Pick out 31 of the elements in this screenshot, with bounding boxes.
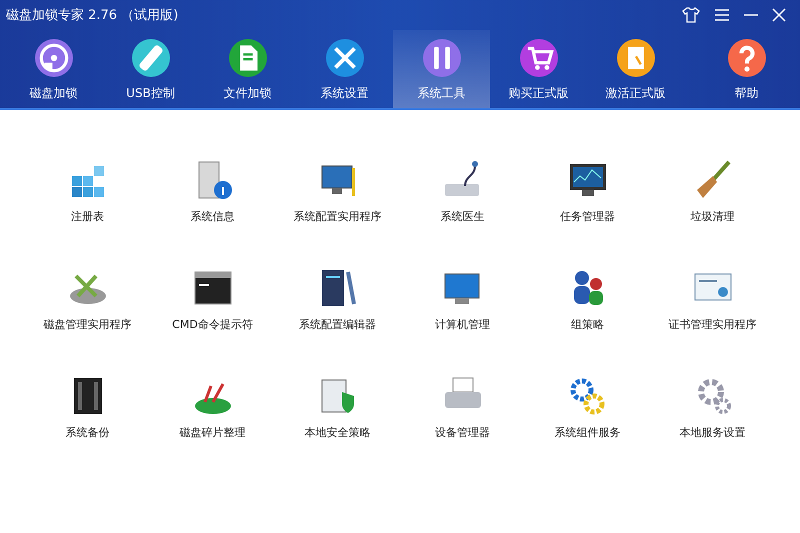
tool-item[interactable]: 计算机管理 xyxy=(400,258,525,366)
nav-tab[interactable]: 帮助 xyxy=(698,30,795,108)
tool-item[interactable]: 系统医生 xyxy=(400,150,525,258)
nav-tab[interactable]: 系统工具 xyxy=(393,30,490,108)
tool-item[interactable]: 磁盘碎片整理 xyxy=(150,366,275,474)
nav-tab[interactable]: 系统设置 xyxy=(296,30,393,108)
minimize-icon[interactable] xyxy=(744,13,758,17)
tool-item[interactable]: 任务管理器 xyxy=(525,150,650,258)
tool-item[interactable]: 垃圾清理 xyxy=(650,150,775,258)
tool-item[interactable]: 系统组件服务 xyxy=(525,366,650,474)
nav-tab[interactable]: 磁盘加锁 xyxy=(5,30,102,108)
close-icon[interactable] xyxy=(772,8,786,22)
nav-tab[interactable]: USB控制 xyxy=(102,30,199,108)
tool-item[interactable]: CMD命令提示符 xyxy=(150,258,275,366)
nav-tab[interactable]: 购买正式版 xyxy=(490,30,587,108)
tool-item[interactable]: 注册表 xyxy=(25,150,150,258)
nav-tab[interactable]: 激活正式版 xyxy=(587,30,684,108)
tool-item[interactable]: 证书管理实用程序 xyxy=(650,258,775,366)
nav-tab[interactable]: 文件加锁 xyxy=(199,30,296,108)
tool-item[interactable]: 磁盘管理实用程序 xyxy=(25,258,150,366)
tool-item[interactable]: 组策略 xyxy=(525,258,650,366)
shirt-icon[interactable] xyxy=(682,7,700,23)
tool-item[interactable]: 系统信息 xyxy=(150,150,275,258)
tool-item[interactable]: 系统配置编辑器 xyxy=(275,258,400,366)
tool-item[interactable]: 设备管理器 xyxy=(400,366,525,474)
tool-item[interactable]: 本地安全策略 xyxy=(275,366,400,474)
tool-item[interactable]: 系统备份 xyxy=(25,366,150,474)
tool-item[interactable]: 系统配置实用程序 xyxy=(275,150,400,258)
window-title: 磁盘加锁专家 2.76 （试用版) xyxy=(6,7,178,24)
tool-item[interactable]: 本地服务设置 xyxy=(650,366,775,474)
menu-icon[interactable] xyxy=(714,8,730,22)
